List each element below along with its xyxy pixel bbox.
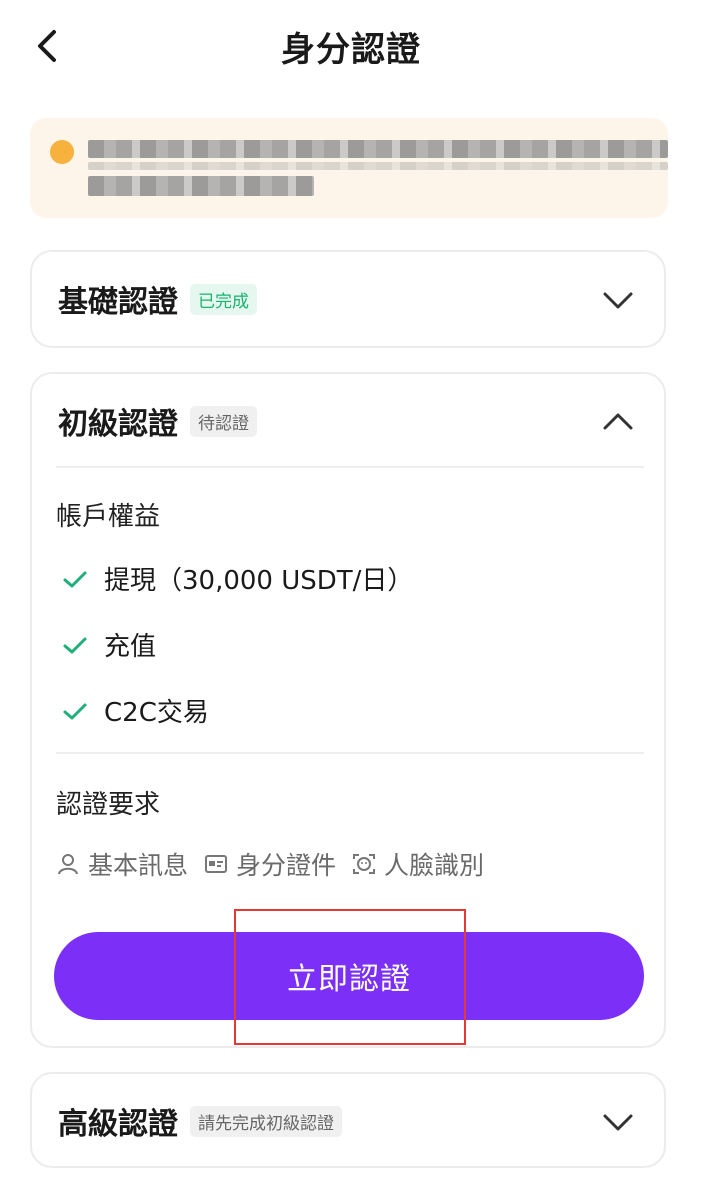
page-title: 身分認證 xyxy=(281,30,421,70)
chevron-down-icon[interactable] xyxy=(600,1104,636,1140)
redacted-text xyxy=(88,140,668,158)
benefits-label: 帳戶權益 xyxy=(56,502,161,532)
user-icon xyxy=(58,854,78,875)
card-title: 基礎認證 xyxy=(58,285,178,320)
notice-banner xyxy=(30,118,668,218)
redacted-text xyxy=(88,162,668,170)
warning-dot-icon xyxy=(50,140,74,164)
basic-verification-card[interactable]: 基礎認證 已完成 xyxy=(30,250,666,348)
divider xyxy=(56,466,644,468)
advanced-verification-card[interactable]: 高級認證 請先完成初級認證 xyxy=(30,1072,666,1168)
requirement-item: 身分證件 xyxy=(204,846,336,882)
benefit-item: C2C交易 xyxy=(62,692,209,729)
redacted-text xyxy=(88,176,314,196)
chevron-up-icon[interactable] xyxy=(600,404,636,440)
divider xyxy=(56,752,644,754)
benefit-label: 充值 xyxy=(104,632,157,662)
card-header: 基礎認證 已完成 xyxy=(58,252,257,346)
top-bar: 身分認證 xyxy=(0,0,702,92)
card-title: 初級認證 xyxy=(58,407,178,442)
card-title: 高級認證 xyxy=(58,1107,178,1142)
check-icon xyxy=(63,637,87,653)
card-header[interactable]: 初級認證 待認證 xyxy=(58,374,257,468)
face-scan-icon xyxy=(353,854,376,874)
requirement-label: 身分證件 xyxy=(236,851,337,880)
check-icon xyxy=(63,571,87,587)
check-icon xyxy=(63,703,87,719)
benefit-label: 提現（30,000 USDT/日） xyxy=(104,566,414,596)
primary-verification-card: 初級認證 待認證 帳戶權益 提現（30,000 USDT/日） 充值 C2C交易… xyxy=(30,372,666,1048)
status-badge: 待認證 xyxy=(190,405,257,437)
chevron-down-icon[interactable] xyxy=(600,282,636,318)
id-card-icon xyxy=(205,855,228,873)
requirements-label: 認證要求 xyxy=(56,790,161,820)
benefit-label: C2C交易 xyxy=(104,698,209,728)
card-header: 高級認證 請先完成初級認證 xyxy=(58,1074,342,1168)
benefit-item: 提現（30,000 USDT/日） xyxy=(62,560,413,597)
requirement-item: 人臉識別 xyxy=(352,846,484,882)
requirement-label: 人臉識別 xyxy=(384,851,485,880)
requirement-label: 基本訊息 xyxy=(88,851,189,880)
requirements-list: 基本訊息 身分證件 人臉識別 xyxy=(56,846,500,882)
benefit-item: 充值 xyxy=(62,626,156,663)
requirement-item: 基本訊息 xyxy=(56,846,188,882)
status-badge: 請先完成初級認證 xyxy=(190,1105,342,1137)
verify-now-button[interactable]: 立即認證 xyxy=(54,932,644,1020)
status-badge: 已完成 xyxy=(190,283,257,315)
